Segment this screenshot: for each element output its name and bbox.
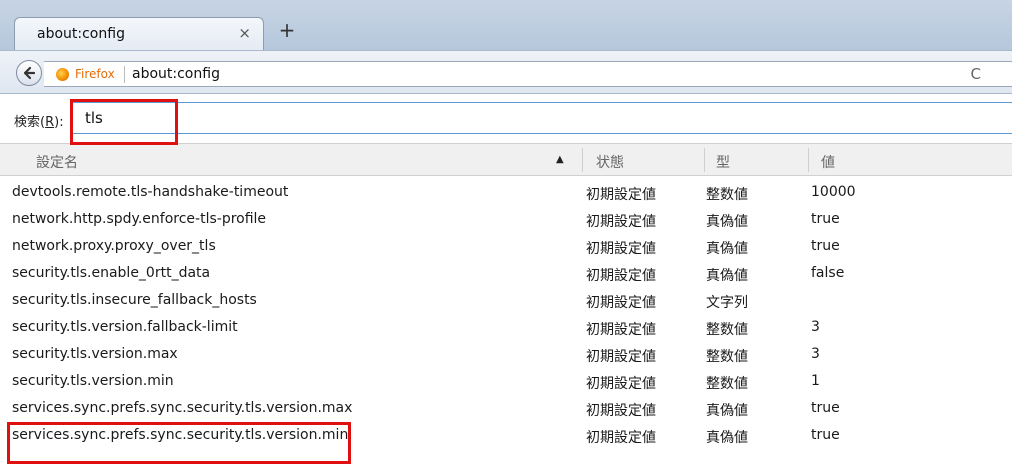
search-input[interactable] <box>70 102 1012 134</box>
column-divider[interactable] <box>704 148 705 172</box>
pref-name: network.http.spdy.enforce-tls-profile <box>12 211 267 227</box>
pref-status: 初期設定値 <box>586 214 656 230</box>
search-label: 検索(R): <box>14 115 64 130</box>
tab-title: about:config <box>37 26 125 42</box>
pref-status: 初期設定値 <box>586 349 656 365</box>
pref-type: 真偽値 <box>706 268 748 284</box>
url-text[interactable]: about:config <box>132 66 220 82</box>
sort-ascending-icon: ▲ <box>556 154 564 165</box>
pref-status: 初期設定値 <box>586 268 656 284</box>
column-header-value[interactable]: 値 <box>821 152 835 172</box>
close-tab-icon[interactable]: × <box>238 24 251 42</box>
identity-label: Firefox <box>75 67 115 81</box>
pref-value: 10000 <box>811 184 856 200</box>
pref-type: 真偽値 <box>706 403 748 419</box>
column-divider[interactable] <box>808 148 809 172</box>
table-row[interactable]: security.tls.version.max 初期設定値 整数値 3 <box>0 341 1012 368</box>
table-row[interactable]: devtools.remote.tls-handshake-timeout 初期… <box>0 179 1012 206</box>
pref-value: true <box>811 238 840 254</box>
firefox-icon <box>56 68 69 81</box>
pref-type: 文字列 <box>706 295 748 311</box>
table-row[interactable]: security.tls.enable_0rtt_data 初期設定値 真偽値 … <box>0 260 1012 287</box>
navigation-bar: Firefox about:config C <box>0 50 1012 94</box>
pref-type: 真偽値 <box>706 241 748 257</box>
pref-value: true <box>811 211 840 227</box>
pref-name: security.tls.insecure_fallback_hosts <box>12 292 257 308</box>
table-row[interactable]: network.proxy.proxy_over_tls 初期設定値 真偽値 t… <box>0 233 1012 260</box>
pref-value: false <box>811 265 845 281</box>
pref-name: security.tls.version.fallback-limit <box>12 319 238 335</box>
pref-type: 真偽値 <box>706 214 748 230</box>
new-tab-button[interactable]: + <box>276 20 298 42</box>
pref-name: services.sync.prefs.sync.security.tls.ve… <box>12 427 349 443</box>
pref-name: security.tls.enable_0rtt_data <box>12 265 211 281</box>
table-row[interactable]: services.sync.prefs.sync.security.tls.ve… <box>0 395 1012 422</box>
pref-name: network.proxy.proxy_over_tls <box>12 238 216 254</box>
back-button[interactable] <box>16 60 42 86</box>
table-row[interactable]: services.sync.prefs.sync.security.tls.ve… <box>0 422 1012 449</box>
tab-strip: about:config × + <box>0 0 1012 50</box>
arrow-left-icon <box>23 66 36 80</box>
pref-type: 整数値 <box>706 322 748 338</box>
column-header-status[interactable]: 状態 <box>596 152 624 172</box>
pref-type: 整数値 <box>706 349 748 365</box>
url-separator <box>124 66 125 83</box>
pref-value: true <box>811 427 840 443</box>
pref-status: 初期設定値 <box>586 295 656 311</box>
pref-status: 初期設定値 <box>586 403 656 419</box>
pref-value: 1 <box>811 373 820 389</box>
pref-type: 整数値 <box>706 187 748 203</box>
preferences-list: devtools.remote.tls-handshake-timeout 初期… <box>0 179 1012 449</box>
pref-name: security.tls.version.min <box>12 373 174 389</box>
table-header: 設定名 ▲ 状態 型 値 <box>0 144 1012 176</box>
reload-icon[interactable]: C <box>971 65 981 83</box>
pref-name: services.sync.prefs.sync.security.tls.ve… <box>12 400 353 416</box>
pref-status: 初期設定値 <box>586 322 656 338</box>
table-row[interactable]: security.tls.insecure_fallback_hosts 初期設… <box>0 287 1012 314</box>
pref-name: security.tls.version.max <box>12 346 178 362</box>
pref-value: 3 <box>811 319 820 335</box>
pref-type: 整数値 <box>706 376 748 392</box>
search-row: 検索(R): <box>0 94 1012 144</box>
column-header-type[interactable]: 型 <box>716 152 730 172</box>
pref-status: 初期設定値 <box>586 187 656 203</box>
browser-window: about:config × + Firefox about:config C … <box>0 0 1012 469</box>
pref-status: 初期設定値 <box>586 241 656 257</box>
column-header-name[interactable]: 設定名 <box>36 152 78 172</box>
pref-type: 真偽値 <box>706 430 748 446</box>
table-row[interactable]: network.http.spdy.enforce-tls-profile 初期… <box>0 206 1012 233</box>
table-row[interactable]: security.tls.version.min 初期設定値 整数値 1 <box>0 368 1012 395</box>
url-bar[interactable]: Firefox about:config C <box>44 61 1012 87</box>
table-row[interactable]: security.tls.version.fallback-limit 初期設定… <box>0 314 1012 341</box>
column-divider[interactable] <box>582 148 583 172</box>
pref-value: true <box>811 400 840 416</box>
pref-value: 3 <box>811 346 820 362</box>
pref-name: devtools.remote.tls-handshake-timeout <box>12 184 289 200</box>
pref-status: 初期設定値 <box>586 376 656 392</box>
pref-status: 初期設定値 <box>586 430 656 446</box>
tab-about-config[interactable]: about:config × <box>14 17 264 50</box>
